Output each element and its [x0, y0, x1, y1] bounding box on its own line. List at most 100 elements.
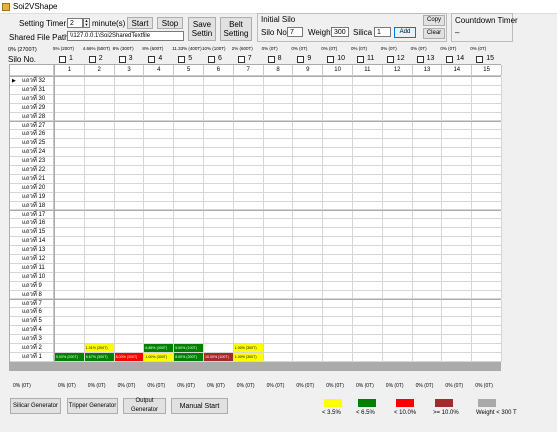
- grid-cell[interactable]: [174, 201, 204, 211]
- grid-cell[interactable]: [442, 77, 473, 86]
- grid-cell[interactable]: [293, 85, 324, 95]
- grid-cell[interactable]: [233, 183, 264, 193]
- grid-cell[interactable]: [442, 85, 473, 95]
- grid-cell[interactable]: [323, 299, 353, 309]
- grid-cell[interactable]: [84, 263, 115, 273]
- grid-cell[interactable]: [84, 272, 115, 282]
- grid-cell[interactable]: [114, 344, 145, 353]
- grid-cell[interactable]: [204, 317, 234, 327]
- grid-cell[interactable]: [174, 299, 204, 309]
- grid-cell[interactable]: [114, 237, 145, 247]
- grid-cell[interactable]: [412, 352, 443, 362]
- row-header[interactable]: แถวที่ 14: [10, 237, 54, 247]
- grid-cell[interactable]: [144, 166, 175, 175]
- grid-cell[interactable]: [472, 263, 502, 273]
- row-header[interactable]: แถวที่ 22: [10, 166, 54, 175]
- grid-cell[interactable]: [442, 157, 473, 166]
- grid-cell[interactable]: [144, 263, 175, 273]
- grid-cell[interactable]: [114, 121, 145, 131]
- grid-cell[interactable]: [233, 112, 264, 122]
- grid-cell[interactable]: 6.88% (300T): [144, 344, 175, 353]
- grid-cell[interactable]: [84, 166, 115, 175]
- grid-cell[interactable]: [55, 77, 85, 86]
- grid-cell[interactable]: [55, 139, 85, 149]
- grid-cell[interactable]: [174, 148, 204, 158]
- grid-cell[interactable]: [233, 219, 264, 229]
- grid-cell[interactable]: [323, 237, 353, 247]
- row-header[interactable]: แถวที่ 25: [10, 139, 54, 149]
- grid-cell[interactable]: [353, 290, 383, 300]
- grid-cell[interactable]: [323, 246, 353, 255]
- grid-cell[interactable]: [263, 210, 294, 220]
- grid-cell[interactable]: [174, 139, 204, 149]
- grid-cell[interactable]: [353, 112, 383, 122]
- grid-cell[interactable]: [412, 85, 443, 95]
- grid-cell[interactable]: [263, 255, 294, 264]
- grid-cell[interactable]: [323, 112, 353, 122]
- grid-cell[interactable]: [174, 255, 204, 264]
- grid-cell[interactable]: [55, 290, 85, 300]
- grid-cell[interactable]: [263, 228, 294, 238]
- grid-cell[interactable]: [472, 183, 502, 193]
- grid-cell[interactable]: [323, 192, 353, 202]
- grid-cell[interactable]: [472, 103, 502, 113]
- grid-cell[interactable]: [204, 326, 234, 336]
- grid-cell[interactable]: [233, 317, 264, 327]
- silo-checkbox-14[interactable]: [446, 56, 454, 63]
- grid-cell[interactable]: [293, 290, 324, 300]
- grid-cell[interactable]: [382, 157, 413, 166]
- grid-cell[interactable]: [55, 344, 85, 353]
- grid-cell[interactable]: [233, 77, 264, 86]
- grid-cell[interactable]: [412, 335, 443, 344]
- copy-button[interactable]: Copy: [423, 15, 445, 26]
- grid-cell[interactable]: [204, 281, 234, 291]
- grid-cell[interactable]: [84, 255, 115, 264]
- grid-cell[interactable]: [263, 317, 294, 327]
- grid-cell[interactable]: [293, 174, 324, 184]
- grid-cell[interactable]: [353, 85, 383, 95]
- grid-cell[interactable]: [174, 77, 204, 86]
- grid-cell[interactable]: [84, 192, 115, 202]
- grid-cell[interactable]: [353, 139, 383, 149]
- grid-cell[interactable]: [263, 201, 294, 211]
- grid-cell[interactable]: [472, 166, 502, 175]
- grid-cell[interactable]: [323, 174, 353, 184]
- grid-cell[interactable]: [55, 148, 85, 158]
- grid-cell[interactable]: [204, 166, 234, 175]
- grid-cell[interactable]: 1.00% (300T): [144, 352, 175, 362]
- grid-cell[interactable]: [174, 112, 204, 122]
- belt-setting-button[interactable]: Belt Setting: [220, 17, 252, 41]
- grid-cell[interactable]: [55, 157, 85, 166]
- grid-cell[interactable]: [144, 201, 175, 211]
- grid-cell[interactable]: 5.00% (100T): [174, 344, 204, 353]
- grid-cell[interactable]: [55, 317, 85, 327]
- grid-cell[interactable]: [144, 94, 175, 104]
- grid-cell[interactable]: [293, 326, 324, 336]
- grid-cell[interactable]: [382, 281, 413, 291]
- grid-cell[interactable]: [233, 255, 264, 264]
- grid-cell[interactable]: [412, 219, 443, 229]
- grid-cell[interactable]: [55, 85, 85, 95]
- grid-cell[interactable]: [323, 326, 353, 336]
- grid-cell[interactable]: [233, 326, 264, 336]
- grid-cell[interactable]: [442, 192, 473, 202]
- grid-cell[interactable]: [353, 192, 383, 202]
- grid-cell[interactable]: [204, 112, 234, 122]
- grid-cell[interactable]: [114, 317, 145, 327]
- grid-cell[interactable]: 6.67% (300T): [84, 352, 115, 362]
- grid-cell[interactable]: [353, 174, 383, 184]
- grid-cell[interactable]: [353, 201, 383, 211]
- grid-cell[interactable]: [442, 112, 473, 122]
- grid-cell[interactable]: [174, 290, 204, 300]
- grid-cell[interactable]: [263, 272, 294, 282]
- grid-cell[interactable]: [174, 166, 204, 175]
- grid-cell[interactable]: [412, 183, 443, 193]
- grid-cell[interactable]: [442, 219, 473, 229]
- grid-cell[interactable]: [174, 317, 204, 327]
- grid-cell[interactable]: [144, 246, 175, 255]
- grid-cell[interactable]: [55, 166, 85, 175]
- grid-cell[interactable]: [144, 148, 175, 158]
- grid-cell[interactable]: [233, 308, 264, 318]
- grid-cell[interactable]: [323, 166, 353, 175]
- grid-cell[interactable]: [412, 290, 443, 300]
